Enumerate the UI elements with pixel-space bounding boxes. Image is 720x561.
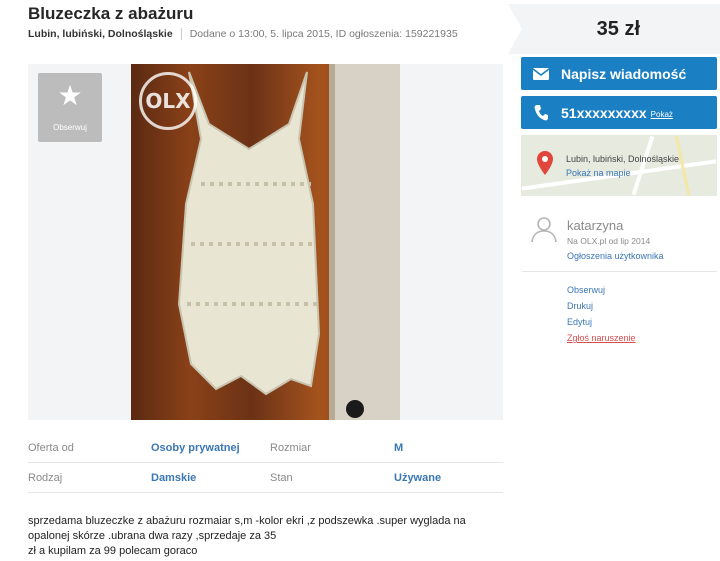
param-value-type[interactable]: Damskie	[151, 472, 270, 484]
user-avatar-icon	[530, 215, 558, 248]
edit-link[interactable]: Edytuj	[567, 316, 636, 332]
ad-title: Bluzeczka z abażuru	[28, 4, 194, 23]
user-since: Na OLX.pl od lip 2014	[567, 236, 651, 246]
user-name: katarzyna	[567, 218, 624, 233]
param-key-condition: Stan	[270, 471, 293, 484]
params-row: Oferta od Osoby prywatnej Rozmiar M	[28, 433, 503, 463]
param-key-size: Rozmiar	[270, 441, 311, 454]
param-value-offer[interactable]: Osoby prywatnej	[151, 442, 270, 454]
report-link[interactable]: Zgłoś naruszenie	[567, 332, 636, 348]
phone-number: 51xxxxxxxxx	[561, 104, 647, 121]
send-message-label: Napisz wiadomość	[561, 65, 687, 82]
show-phone-link[interactable]: Pokaż	[651, 110, 673, 119]
price-box: 35 zł	[508, 4, 720, 54]
main-photo[interactable]: OLX	[131, 64, 400, 420]
phone-button[interactable]: 51xxxxxxxxx Pokaż	[521, 96, 717, 129]
map-pin-icon	[537, 151, 553, 180]
price: 35 zł	[596, 18, 640, 40]
ad-actions: Obserwuj Drukuj Edytuj Zgłoś naruszenie	[567, 284, 636, 348]
ad-added-info: Dodane o 13:00, 5. lipca 2015, ID ogłosz…	[189, 28, 458, 40]
observe-photo-button[interactable]: ★ Obserwuj	[38, 73, 102, 142]
observe-label: Obserwuj	[53, 123, 87, 132]
price-arrow	[508, 4, 522, 54]
phone-icon	[521, 104, 561, 121]
param-value-size[interactable]: M	[394, 442, 503, 454]
params-row: Rodzaj Damskie Stan Używane	[28, 463, 503, 493]
envelope-icon	[521, 67, 561, 80]
param-value-condition[interactable]: Używane	[394, 472, 503, 484]
user-ads-link[interactable]: Ogłoszenia użytkownika	[567, 251, 664, 261]
ad-description: sprzedama bluzeczke z abażuru rozmaiar s…	[28, 515, 466, 557]
olx-watermark: OLX	[139, 72, 197, 130]
map-location: Lubin, lubiński, Dolnośląskie	[566, 154, 680, 164]
param-key-offer: Oferta od	[28, 441, 74, 454]
ad-meta: Lubin, lubiński, Dolnośląskie Dodane o 1…	[28, 28, 458, 40]
print-link[interactable]: Drukuj	[567, 300, 636, 316]
ad-location[interactable]: Lubin, lubiński, Dolnośląskie	[28, 28, 173, 40]
params-table: Oferta od Osoby prywatnej Rozmiar M Rodz…	[28, 433, 503, 493]
show-on-map-link[interactable]: Pokaż na mapie	[566, 168, 631, 178]
map-box[interactable]: Lubin, lubiński, Dolnośląskie Pokaż na m…	[521, 135, 717, 196]
map-road	[631, 135, 655, 196]
star-icon: ★	[57, 80, 83, 111]
send-message-button[interactable]: Napisz wiadomość	[521, 57, 717, 90]
meta-separator	[180, 28, 182, 40]
param-key-type: Rodzaj	[28, 471, 63, 484]
sidebar-divider	[522, 271, 717, 272]
observe-link[interactable]: Obserwuj	[567, 284, 636, 300]
